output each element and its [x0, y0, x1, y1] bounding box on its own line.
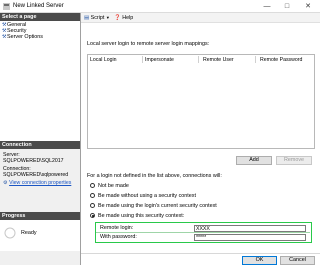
chevron-down-icon: ▼: [105, 15, 110, 20]
security-context-box: Remote login: XXXX With password: *****: [95, 222, 312, 243]
connection-header: Connection: [0, 141, 80, 149]
radio-without-security-context[interactable]: Be made without using a security context: [90, 192, 196, 200]
view-connection-link[interactable]: View connection properties: [9, 180, 71, 186]
window-title: New Linked Server: [13, 3, 64, 9]
password-label: With password:: [100, 234, 137, 240]
radio-label: Be made without using a security context: [98, 193, 196, 199]
script-button[interactable]: ▤ Script ▼: [84, 14, 110, 22]
radio-not-be-made[interactable]: Not be made: [90, 182, 129, 190]
view-connection-properties[interactable]: ⚙ View connection properties: [3, 180, 71, 186]
remote-login-input[interactable]: XXXX: [194, 225, 306, 232]
column-header[interactable]: Remote Password: [260, 57, 302, 63]
content-pane: ▤ Script ▼ ❓ Help Local server login to …: [81, 13, 320, 265]
remote-login-label: Remote login:: [100, 225, 134, 231]
radio-selected-icon[interactable]: [90, 212, 95, 218]
toolbar: ▤ Script ▼ ❓ Help: [81, 13, 320, 23]
mapping-title: Local server login to remote server logi…: [87, 41, 210, 47]
radio-icon[interactable]: [90, 182, 95, 188]
column-separator: [255, 56, 256, 63]
progress-panel: Ready: [0, 220, 80, 251]
help-button[interactable]: ❓ Help: [114, 14, 133, 22]
column-separator: [142, 56, 143, 63]
password-input[interactable]: *****: [194, 234, 306, 241]
cancel-button[interactable]: Cancel: [280, 256, 315, 265]
page-item-server-options[interactable]: ⚒Server Options: [2, 34, 43, 40]
remote-login-row: Remote login: XXXX: [96, 224, 310, 233]
footer-divider: [81, 253, 320, 254]
radio-icon[interactable]: [90, 202, 95, 208]
title-bar: New Linked Server — □ ✕: [0, 0, 320, 13]
remove-button[interactable]: Remove: [276, 156, 312, 165]
help-icon: ❓: [114, 15, 121, 21]
properties-icon: ⚙: [3, 180, 8, 186]
column-header[interactable]: Local Login: [90, 57, 117, 63]
login-mappings-grid[interactable]: Local Login Impersonate Remote User Remo…: [87, 54, 315, 149]
script-icon: ▤: [84, 15, 90, 21]
script-label: Script: [90, 15, 105, 21]
close-button[interactable]: ✕: [298, 0, 318, 13]
app-icon: [3, 3, 10, 10]
page-list: ⚒General ⚒Security ⚒Server Options: [0, 21, 80, 149]
left-pane: Select a page ⚒General ⚒Security ⚒Server…: [0, 13, 81, 265]
ok-button[interactable]: OK: [242, 256, 277, 265]
column-header[interactable]: Remote User: [203, 57, 234, 63]
page-item-label: Server Options: [7, 34, 43, 40]
password-row: With password: *****: [96, 233, 310, 242]
radio-icon[interactable]: [90, 192, 95, 198]
radio-current-security-context[interactable]: Be made using the login's current securi…: [90, 202, 217, 210]
radio-label: Be made using this security context:: [98, 213, 185, 219]
help-label: Help: [122, 15, 134, 21]
add-button[interactable]: Add: [236, 156, 272, 165]
connection-value: SQLPOWERED\sqlpowered: [3, 172, 69, 178]
fallback-label: For a login not defined in the list abov…: [87, 173, 222, 179]
server-value: SQLPOWERED\SQL2017: [3, 158, 64, 164]
radio-label: Be made using the login's current securi…: [98, 203, 217, 209]
progress-header: Progress: [0, 212, 80, 220]
minimize-button[interactable]: —: [257, 0, 277, 13]
column-header[interactable]: Impersonate: [145, 57, 174, 63]
select-page-header: Select a page: [0, 13, 80, 21]
radio-this-security-context[interactable]: Be made using this security context:: [90, 212, 185, 220]
radio-label: Not be made: [98, 183, 129, 189]
maximize-button[interactable]: □: [277, 0, 297, 13]
progress-status: Ready: [21, 230, 37, 236]
column-separator: [198, 56, 199, 63]
progress-spinner-icon: [4, 227, 16, 239]
